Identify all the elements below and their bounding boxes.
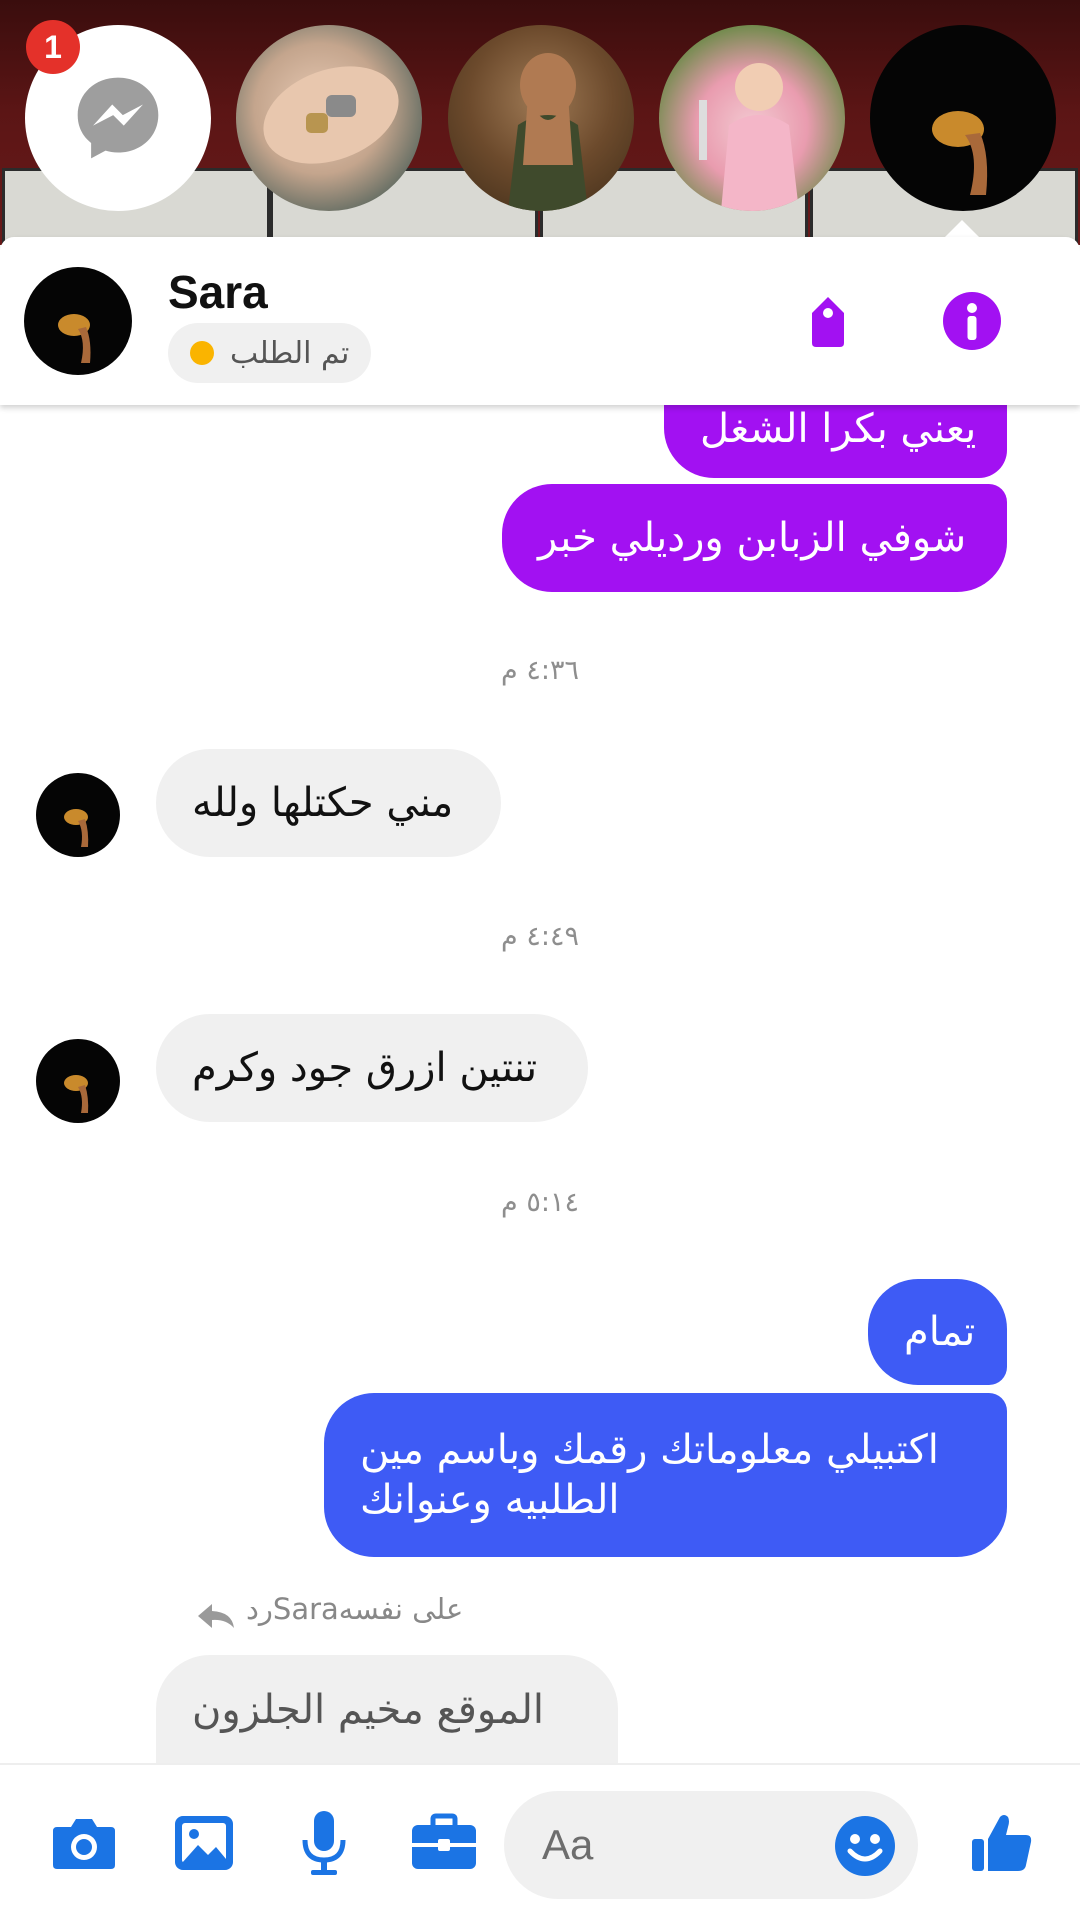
fist-photo <box>64 1075 89 1113</box>
message-text: الطلبيه وعنوانك <box>360 1477 620 1523</box>
reply-label-text: على نفسهSaraرد <box>246 1592 464 1626</box>
message-composer <box>0 1763 1080 1922</box>
like-button[interactable] <box>964 1805 1040 1881</box>
like-icon <box>972 1815 1032 1871</box>
unread-badge: 1 <box>26 20 80 74</box>
hand-ring-photo <box>263 66 399 164</box>
fist-photo <box>64 809 89 847</box>
briefcase-icon <box>412 1813 476 1869</box>
gallery-button[interactable] <box>166 1805 242 1881</box>
timestamp: ٤:٣٦ م <box>501 655 579 686</box>
fist-photo <box>932 111 988 195</box>
message-text: اكتبيلي معلوماتك رقمك وباسم مين <box>360 1427 939 1473</box>
message-bubble-outgoing[interactable]: تمام <box>868 1279 1007 1385</box>
message-text: شوفي الزبابن ورديلي خبر <box>538 515 967 561</box>
timestamp: ٤:٤٩ م <box>501 921 579 952</box>
message-text: تنتين ازرق جود وكرم <box>192 1045 538 1091</box>
tag-button[interactable] <box>788 281 868 361</box>
contact-head-sara[interactable] <box>870 25 1056 211</box>
gallery-icon <box>175 1816 233 1870</box>
active-head-pointer <box>944 220 980 238</box>
info-button[interactable] <box>932 281 1012 361</box>
conversation-header: Sara تم الطلب <box>0 237 1080 405</box>
message-text: تمام <box>904 1309 976 1355</box>
message-bubble-incoming[interactable]: مني حكتلها ولله <box>156 749 501 857</box>
message-text: مني حكتلها ولله <box>192 780 454 826</box>
message-text: يعني بكرا الشغل <box>700 406 977 452</box>
camera-icon <box>53 1819 115 1869</box>
contact-avatar[interactable] <box>24 267 132 375</box>
info-icon <box>943 292 1001 350</box>
message-input[interactable] <box>540 1811 804 1879</box>
tag-icon <box>812 297 844 347</box>
person-photo <box>508 53 588 211</box>
message-bubble-outgoing[interactable]: اكتبيلي معلوماتك رقمك وباسم مين الطلبيه … <box>324 1393 1007 1557</box>
timestamp: ٥:١٤ م <box>501 1187 579 1218</box>
microphone-icon <box>302 1811 346 1875</box>
camera-button[interactable] <box>46 1805 122 1881</box>
message-input-box[interactable] <box>504 1791 918 1899</box>
status-dot <box>190 341 214 365</box>
reply-icon <box>198 1604 234 1628</box>
briefcase-button[interactable] <box>406 1805 482 1881</box>
contact-head-hijab[interactable] <box>448 25 634 211</box>
messenger-icon <box>77 77 159 159</box>
child-photo <box>699 63 799 211</box>
message-bubble-outgoing[interactable]: شوفي الزبابن ورديلي خبر <box>502 484 1007 592</box>
microphone-button[interactable] <box>286 1805 362 1881</box>
contact-head-ring[interactable] <box>236 25 422 211</box>
emoji-button[interactable] <box>834 1815 896 1877</box>
contact-avatar-small[interactable] <box>36 1039 120 1123</box>
status-text: تم الطلب <box>230 335 350 371</box>
message-bubble-incoming-reply[interactable]: الموقع مخيم الجلزون <box>156 1655 618 1765</box>
message-bubble-incoming[interactable]: تنتين ازرق جود وكرم <box>156 1014 588 1122</box>
reply-label: على نفسهSaraرد <box>200 1592 463 1626</box>
message-text: الموقع مخيم الجلزون <box>192 1687 544 1733</box>
emoji-icon <box>835 1816 895 1876</box>
contact-avatar-small[interactable] <box>36 773 120 857</box>
contact-name[interactable]: Sara <box>168 265 268 319</box>
fist-photo <box>58 314 91 363</box>
contact-head-child[interactable] <box>659 25 845 211</box>
order-status-pill[interactable]: تم الطلب <box>168 323 372 383</box>
